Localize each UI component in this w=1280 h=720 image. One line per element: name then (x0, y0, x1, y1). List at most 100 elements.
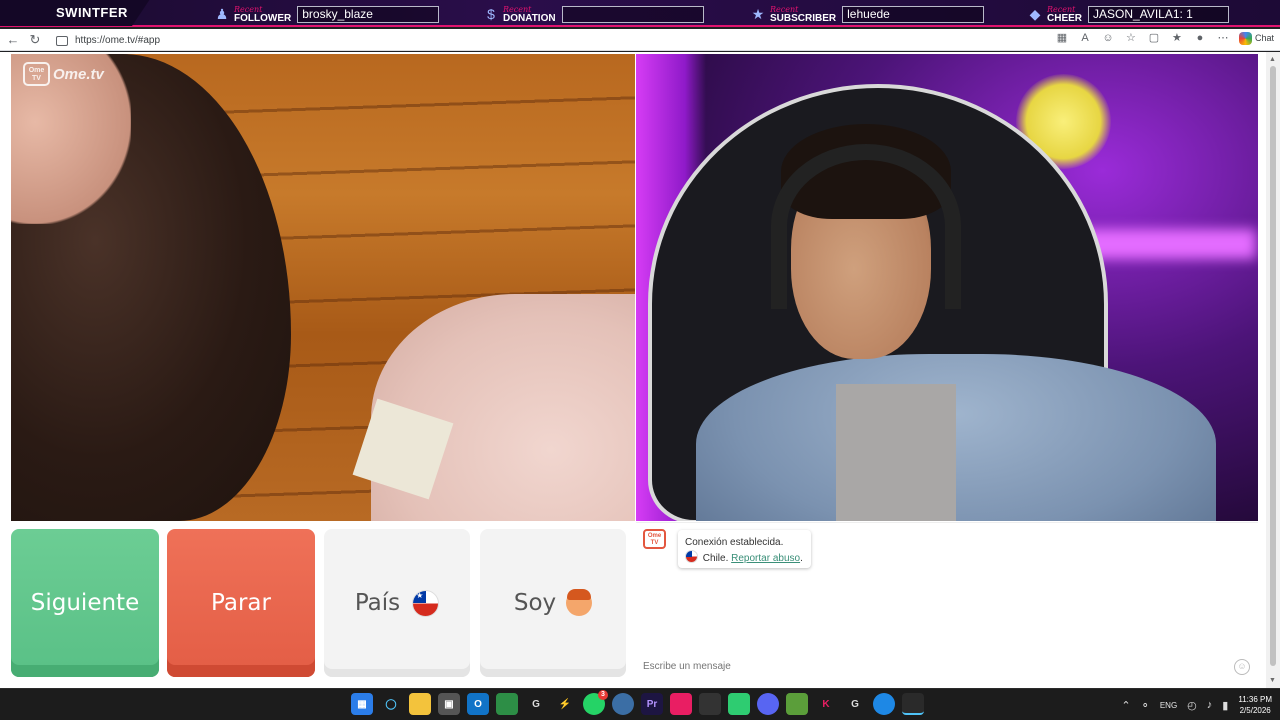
battery-icon[interactable]: ▮ (1222, 699, 1228, 712)
scroll-down-icon[interactable]: ▼ (1269, 677, 1276, 684)
vpn-icon[interactable] (612, 693, 634, 715)
notification-badge: 3 (598, 690, 608, 700)
system-tray: ⌃ ⚬ ENG ◴ ♪ ▮ 11:36 PM 2/5/2026 (1121, 691, 1272, 719)
next-button[interactable]: Siguiente (11, 529, 159, 677)
apps-icon[interactable]: ▦ (1055, 31, 1069, 45)
split-screen-icon[interactable]: ▢ (1147, 31, 1161, 45)
overlay-cheer-value: JASON_AVILA1: 1 (1088, 5, 1230, 23)
url-text: https://ome.tv/#app (75, 35, 161, 46)
premiere-icon[interactable]: Pr (641, 693, 663, 715)
connection-status-text: Conexión establecida. (685, 537, 784, 548)
discord-icon[interactable] (757, 693, 779, 715)
country-name: Chile. (702, 553, 729, 564)
app-g-icon[interactable]: G (525, 693, 547, 715)
store-icon[interactable]: ▣ (438, 693, 460, 715)
reload-icon[interactable]: ↻ (24, 29, 46, 51)
report-abuse-link[interactable]: Reportar abuso (731, 553, 800, 564)
report-suffix: . (800, 553, 803, 564)
app-green-icon[interactable] (728, 693, 750, 715)
outlook-icon[interactable]: O (467, 693, 489, 715)
app-k-icon[interactable]: K (815, 693, 837, 715)
country-filter-button[interactable]: País (324, 529, 470, 677)
reader-icon[interactable]: ☺ (1101, 31, 1115, 45)
search-icon[interactable]: ◯ (380, 693, 402, 715)
overlay-follower: ♟ Recent FOLLOWER brosky_blaze (214, 3, 440, 25)
message-input[interactable] (636, 653, 1258, 681)
browser-actions: ▦ A ☺ ☆ ▢ ★ ● ⋯ Chat (1055, 31, 1274, 45)
emoji-icon[interactable]: ☺ (1234, 659, 1250, 675)
more-menu-icon[interactable]: ⋯ (1216, 31, 1230, 45)
instagram-icon[interactable] (670, 693, 692, 715)
stop-button[interactable]: Parar (167, 529, 315, 677)
microphone-icon[interactable]: ⚬ (1141, 699, 1150, 712)
headphones-shape (771, 144, 961, 309)
country-line: Chile. Reportar abuso. (685, 550, 804, 566)
ometv-page: Ome TV Ome.tv Siguiente Parar País Soy O… (0, 52, 1280, 688)
chile-flag-icon (412, 589, 440, 617)
ometv-logo: Ome TV Ome.tv (23, 62, 104, 86)
video-content (836, 384, 956, 521)
scroll-up-icon[interactable]: ▲ (1269, 56, 1276, 63)
minecraft-icon[interactable] (786, 693, 808, 715)
overlay-type-label: SUBSCRIBER (770, 13, 837, 24)
chat-panel: Ome TV Conexión establecida. Chile. Repo… (636, 522, 1258, 688)
overlay-donation-value (561, 5, 704, 23)
dollar-icon: $ (487, 6, 495, 22)
volume-icon[interactable]: ♪ (1207, 699, 1213, 711)
profile-icon[interactable]: ● (1193, 31, 1207, 45)
clock-date: 2/5/2026 (1239, 706, 1271, 715)
ometv-chat-avatar-icon: Ome TV (643, 529, 666, 549)
app-g2-icon[interactable]: G (844, 693, 866, 715)
page-scrollbar[interactable]: ▲ ▼ (1266, 52, 1280, 688)
taskbar-apps: ▦ ◯ ▣ O G ⚡ 3 Pr K G (351, 690, 924, 715)
self-video (636, 54, 1258, 521)
boy-emoji-icon (566, 589, 593, 616)
stranger-video: Ome TV Ome.tv (11, 54, 635, 521)
scrollbar-thumb[interactable] (1270, 66, 1276, 666)
ometv-logo-text: Ome.tv (53, 65, 104, 83)
windows-taskbar: ▦ ◯ ▣ O G ⚡ 3 Pr K G ⌃ ⚬ ENG ◴ ♪ ▮ 11:36… (0, 688, 1280, 720)
overlay-subscriber: ★ Recent SUBSCRIBER lehuede (750, 3, 985, 25)
edge-icon[interactable] (873, 693, 895, 715)
clock[interactable]: 11:36 PM 2/5/2026 (1238, 694, 1272, 716)
system-message-bubble: Conexión establecida. Chile. Reportar ab… (678, 530, 811, 568)
file-explorer-icon[interactable] (409, 693, 431, 715)
overlay-subscriber-value: lehuede (842, 5, 985, 23)
overlay-cheer: ◆ Recent CHEER JASON_AVILA1: 1 (1027, 3, 1230, 25)
overlay-type-label: CHEER (1047, 13, 1083, 24)
bolt-icon[interactable]: ⚡ (554, 693, 576, 715)
notepad-icon[interactable] (496, 693, 518, 715)
ometv-logo-badge: Ome TV (23, 62, 50, 86)
favorites-icon[interactable]: ★ (1170, 31, 1184, 45)
terminal-icon[interactable] (902, 693, 924, 715)
back-arrow-icon[interactable]: ← (2, 29, 24, 51)
whatsapp-icon[interactable]: 3 (583, 690, 608, 715)
overlay-type-label: FOLLOWER (234, 13, 292, 24)
chevron-up-icon[interactable]: ⌃ (1121, 699, 1130, 712)
next-button-label: Siguiente (30, 590, 140, 616)
stop-button-label: Parar (211, 590, 271, 616)
video-content (696, 354, 1216, 521)
favorite-star-icon[interactable]: ☆ (1124, 31, 1138, 45)
chat-label: Chat (1254, 33, 1274, 43)
overlay-brand: SWINTFER (0, 0, 150, 26)
address-bar[interactable]: https://ome.tv/#app (52, 32, 1162, 49)
windows-start-icon[interactable]: ▦ (351, 693, 373, 715)
gender-select-button[interactable]: Soy (480, 529, 626, 677)
stream-overlay-bar: SWINTFER ♟ Recent FOLLOWER brosky_blaze … (0, 0, 1280, 27)
copilot-icon (1238, 31, 1252, 45)
copilot-chat-button[interactable]: Chat (1238, 31, 1274, 45)
translate-icon[interactable]: A (1078, 31, 1092, 45)
star-icon: ★ (751, 6, 765, 22)
chile-flag-icon (685, 550, 698, 563)
wifi-icon[interactable]: ◴ (1187, 699, 1197, 712)
gender-button-label: Soy (513, 590, 557, 616)
clock-time: 11:36 PM (1238, 695, 1272, 704)
site-info-icon[interactable] (56, 35, 68, 46)
app-board-icon[interactable] (699, 693, 721, 715)
overlay-type-label: DONATION (503, 13, 556, 24)
country-button-label: País (354, 590, 401, 616)
diamond-icon: ◆ (1029, 6, 1041, 22)
overlay-follower-value: brosky_blaze (297, 5, 440, 23)
language-indicator[interactable]: ENG (1160, 701, 1177, 710)
